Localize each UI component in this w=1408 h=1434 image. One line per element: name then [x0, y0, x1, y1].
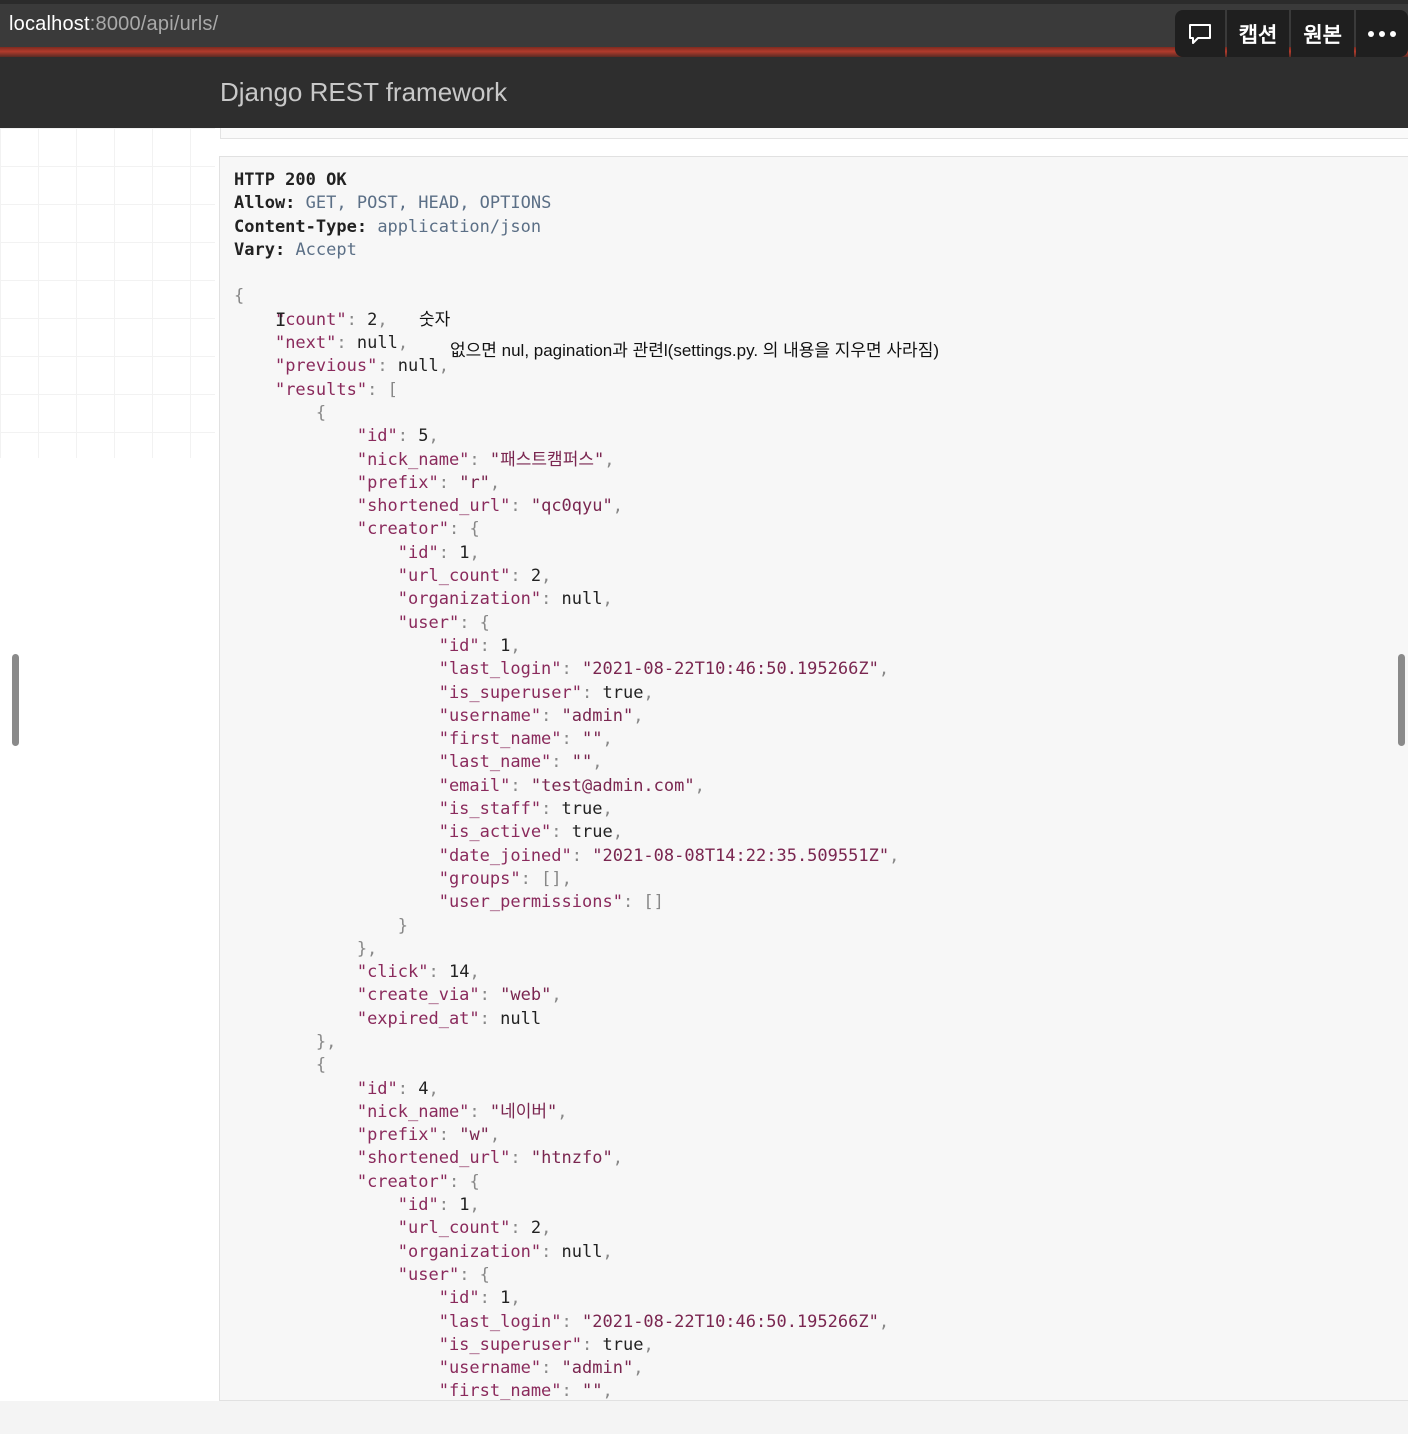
json-line: "user": {: [397, 1264, 490, 1285]
json-line: "username": "admin",: [438, 1358, 644, 1379]
json-line: "id": 1,: [397, 1195, 480, 1216]
json-line: "id": 5,: [356, 426, 439, 447]
json-line: "last_login": "2021-08-22T10:46:50.19526…: [438, 659, 890, 680]
bottom-bar: [0, 1401, 1408, 1434]
json-line: "create_via": "web",: [356, 985, 562, 1006]
json-line: "first_name": "",: [438, 1381, 613, 1401]
json-line: "id": 1,: [438, 1288, 521, 1309]
json-line: "prefix": "w",: [356, 1125, 501, 1146]
json-line: {: [234, 402, 327, 423]
json-line: "user_permissions": []: [438, 892, 664, 913]
header-key: Content-Type:: [234, 216, 368, 237]
header-key: Vary:: [234, 239, 286, 260]
json-body: { "count": 2, "next": null, "previous": …: [234, 286, 900, 1401]
json-line: "last_name": "",: [438, 752, 603, 773]
right-resize-handle[interactable]: [1398, 654, 1405, 746]
json-line: "is_staff": true,: [438, 799, 613, 820]
comment-button[interactable]: [1174, 10, 1225, 57]
header-value: Accept: [295, 239, 357, 260]
json-line: "prefix": "r",: [356, 472, 501, 493]
video-overlay-controls: 캡션 원본: [1174, 10, 1408, 57]
more-button[interactable]: [1356, 10, 1408, 57]
more-dots-icon: [1368, 30, 1396, 37]
json-line: "date_joined": "2021-08-08T14:22:35.5095…: [438, 845, 900, 866]
json-line: "creator": {: [356, 1171, 480, 1192]
caption-button[interactable]: 캡션: [1226, 10, 1290, 57]
json-line: "is_superuser": true,: [438, 1334, 654, 1355]
header-key: Allow:: [234, 193, 296, 214]
json-line: "click": 14,: [356, 962, 480, 983]
brand-link[interactable]: Django REST framework: [220, 77, 507, 108]
status-line: HTTP 200 OK: [234, 170, 347, 190]
json-line: }: [234, 915, 408, 936]
background-grid: [0, 128, 215, 458]
original-button[interactable]: 원본: [1291, 10, 1354, 57]
json-line: },: [234, 938, 378, 959]
header-value: application/json: [377, 216, 542, 237]
json-line: "creator": {: [356, 519, 480, 540]
json-line: "organization": null,: [397, 589, 613, 610]
breadcrumb-strip: [220, 128, 1408, 139]
json-line: "previous": null,: [274, 356, 449, 377]
json-line: "first_name": "",: [438, 729, 613, 750]
json-line: "expired_at": null: [356, 1008, 542, 1029]
json-line: "organization": null,: [397, 1241, 613, 1262]
json-line: "shortened_url": "qc0qyu",: [356, 496, 623, 517]
json-line: {: [234, 286, 245, 307]
json-line: "groups": [],: [438, 868, 572, 889]
json-line: "email": "test@admin.com",: [438, 775, 705, 796]
json-line: "nick_name": "패스트캠퍼스",: [356, 449, 615, 470]
json-line: "url_count": 2,: [397, 1218, 552, 1239]
annotation-count: 숫자: [419, 310, 451, 329]
json-line: "id": 1,: [438, 635, 521, 656]
json-line: "nick_name": "네이버",: [356, 1101, 568, 1122]
json-line: "next": null,: [274, 333, 409, 354]
json-line: "is_active": true,: [438, 822, 623, 843]
json-line: "id": 4,: [356, 1078, 439, 1099]
json-line: "results": [: [274, 379, 398, 400]
json-line: "count": 2,: [274, 309, 388, 330]
json-line: "is_superuser": true,: [438, 682, 654, 703]
text-cursor-icon: I: [275, 309, 287, 331]
json-line: },: [234, 1031, 337, 1052]
header-value: GET, POST, HEAD, OPTIONS: [305, 193, 552, 214]
json-line: "id": 1,: [397, 542, 480, 563]
speech-bubble-icon: [1188, 23, 1211, 44]
json-line: "username": "admin",: [438, 705, 644, 726]
navbar: Django REST framework: [0, 57, 1408, 128]
json-line: "last_login": "2021-08-22T10:46:50.19526…: [438, 1311, 890, 1332]
url-text[interactable]: localhost:8000/api/urls/: [9, 13, 218, 36]
json-line: "user": {: [397, 612, 490, 633]
json-line: {: [234, 1055, 327, 1076]
json-line: "shortened_url": "htnzfo",: [356, 1148, 623, 1169]
annotation-next: 없으면 nul, pagination과 관련l(settings.py. 의 …: [450, 341, 939, 360]
left-resize-handle[interactable]: [12, 654, 19, 746]
json-line: "url_count": 2,: [397, 566, 552, 587]
